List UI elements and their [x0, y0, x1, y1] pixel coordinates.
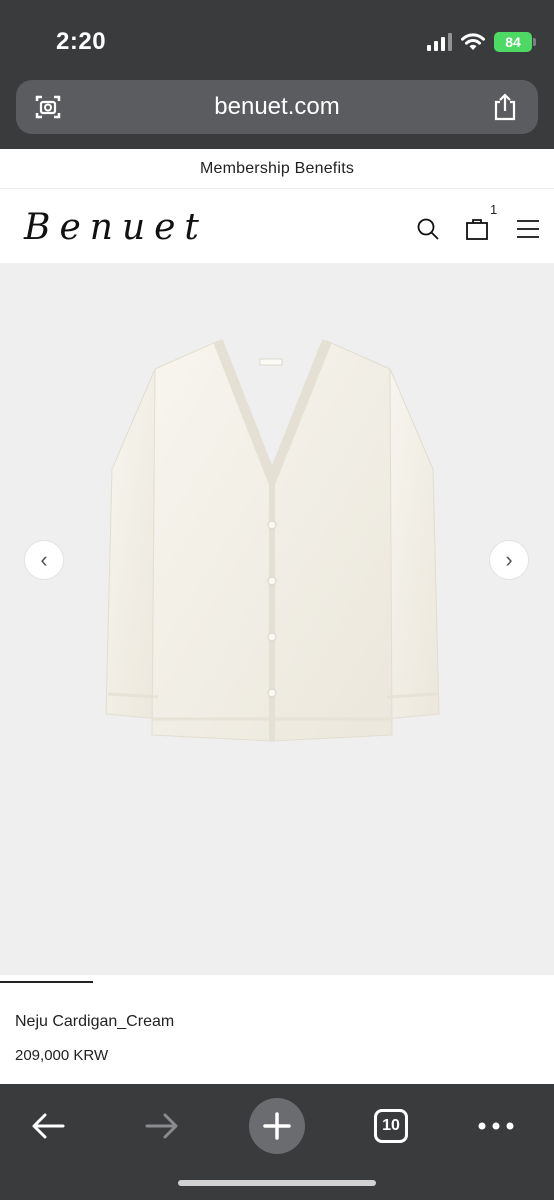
gallery-progress-indicator: [0, 981, 93, 983]
more-button[interactable]: [468, 1098, 524, 1154]
search-icon[interactable]: [416, 217, 440, 241]
membership-banner[interactable]: Membership Benefits: [0, 149, 554, 189]
share-icon[interactable]: [492, 92, 518, 122]
bag-icon[interactable]: [465, 217, 489, 241]
site-header: Benuet 1: [0, 189, 554, 263]
new-tab-button[interactable]: [249, 1098, 305, 1154]
membership-link[interactable]: Membership Benefits: [200, 160, 354, 178]
camera-search-icon[interactable]: [34, 93, 62, 121]
home-indicator: [178, 1180, 376, 1186]
wifi-icon: [461, 33, 485, 50]
site-logo[interactable]: Benuet: [24, 207, 208, 248]
back-button[interactable]: [20, 1098, 76, 1154]
web-page: Membership Benefits Benuet 1 ‹ › Neju Ca…: [0, 149, 554, 1084]
hamburger-menu-icon[interactable]: [516, 217, 540, 241]
status-time: 2:20: [56, 28, 107, 55]
product-price: 209,000 KRW: [15, 1047, 109, 1064]
status-icons: 84: [427, 32, 536, 52]
more-dots-icon: [478, 1122, 514, 1130]
cellular-signal-icon: [427, 33, 452, 51]
plus-icon: [263, 1112, 291, 1140]
chevron-left-icon: ‹: [40, 547, 48, 572]
gallery-prev-button[interactable]: ‹: [24, 540, 64, 580]
tab-count: 10: [374, 1109, 408, 1143]
forward-button[interactable]: [134, 1098, 190, 1154]
back-arrow-icon: [32, 1113, 65, 1139]
battery-icon: 84: [494, 32, 536, 52]
product-image-gallery[interactable]: ‹ ›: [0, 263, 554, 975]
forward-arrow-icon: [145, 1113, 178, 1139]
address-bar[interactable]: benuet.com: [16, 80, 538, 134]
chevron-right-icon: ›: [505, 547, 513, 572]
cart-count-badge: 1: [490, 202, 498, 217]
product-name: Neju Cardigan_Cream: [15, 1013, 175, 1030]
tabs-button[interactable]: 10: [363, 1098, 419, 1154]
url-text[interactable]: benuet.com: [214, 93, 339, 121]
browser-top-chrome: 2:20 84 benuet.com: [0, 0, 554, 149]
gallery-next-button[interactable]: ›: [489, 540, 529, 580]
product-image[interactable]: [100, 339, 445, 759]
browser-bottom-toolbar: 10: [0, 1084, 554, 1200]
